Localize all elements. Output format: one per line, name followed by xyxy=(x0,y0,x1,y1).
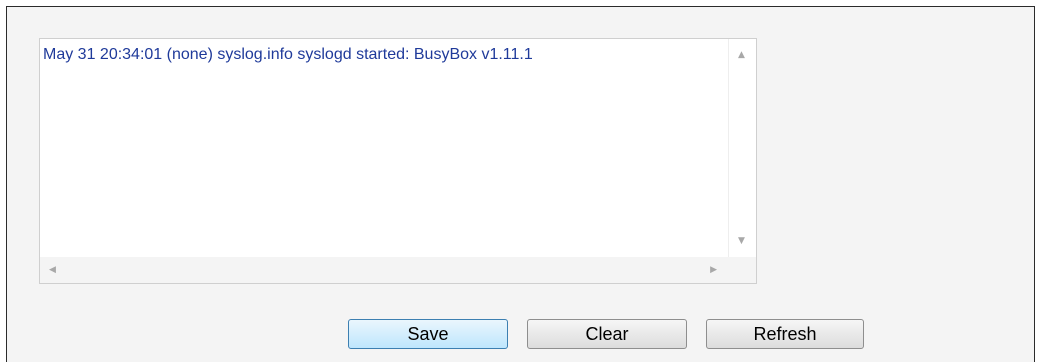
scroll-left-icon[interactable]: ◀ xyxy=(49,266,56,275)
scroll-up-icon[interactable]: ▲ xyxy=(738,51,745,60)
save-button[interactable]: Save xyxy=(348,319,508,349)
vertical-scrollbar[interactable]: ▲ ▼ xyxy=(728,39,756,258)
scrollbar-corner xyxy=(728,257,756,283)
clear-button[interactable]: Clear xyxy=(527,319,687,349)
scroll-down-icon[interactable]: ▼ xyxy=(738,237,745,246)
horizontal-scrollbar[interactable]: ◀ ▶ xyxy=(40,257,728,283)
scroll-right-icon[interactable]: ▶ xyxy=(710,266,717,275)
refresh-button[interactable]: Refresh xyxy=(706,319,864,349)
system-log-textarea[interactable]: May 31 20:34:01 (none) syslog.info syslo… xyxy=(39,38,757,284)
log-line: May 31 20:34:01 (none) syslog.info syslo… xyxy=(43,46,533,63)
